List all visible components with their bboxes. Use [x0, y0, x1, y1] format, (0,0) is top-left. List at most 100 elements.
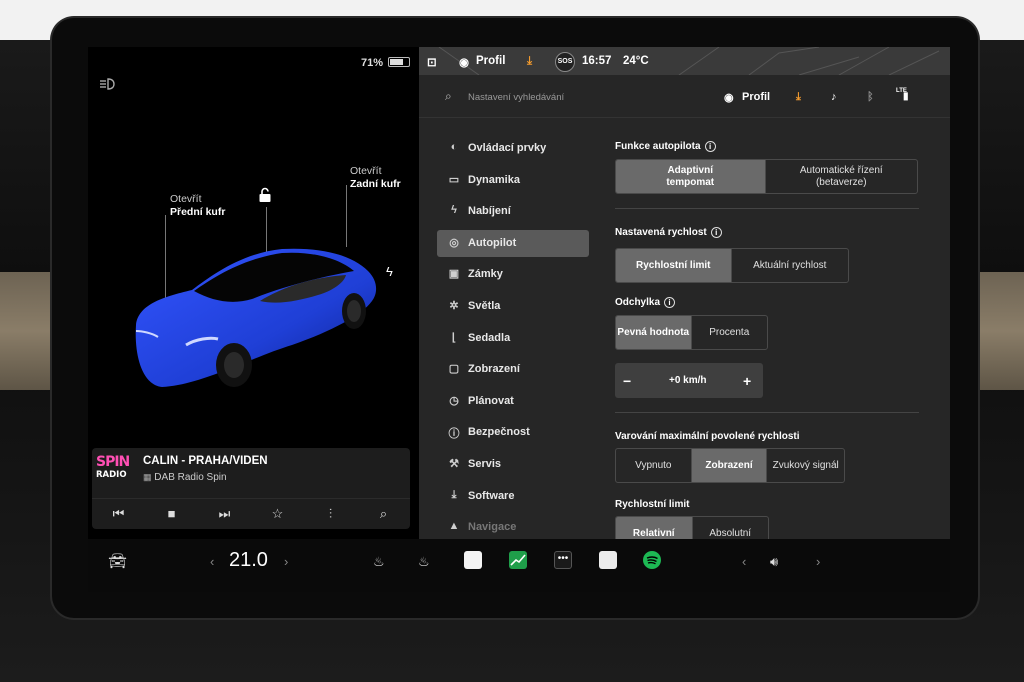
- cabin-temperature[interactable]: 21.0: [229, 549, 268, 572]
- profile-icon[interactable]: ◉: [724, 91, 734, 104]
- sidebar-item-bezpe-nost[interactable]: ⓘ Bezpečnost: [437, 419, 589, 446]
- clock: 16:57: [582, 55, 612, 67]
- headlight-icon[interactable]: [98, 77, 118, 91]
- notes-icon[interactable]: [464, 551, 482, 569]
- sidebar-item-pl-novat[interactable]: ◷ Plánovat: [437, 388, 589, 415]
- sidebar-item-servis[interactable]: ⚒ Servis: [437, 451, 589, 478]
- sos-icon[interactable]: SOS: [555, 52, 575, 72]
- seat-icon: ⌊: [451, 331, 457, 344]
- bolt-icon: ϟ: [451, 204, 457, 217]
- search-icon[interactable]: ⌕: [369, 506, 399, 522]
- front-defrost-icon[interactable]: ♨: [373, 554, 385, 570]
- adaptive-cruise-option[interactable]: Adaptivní tempomat: [616, 160, 766, 193]
- sidebar-item-dynamika[interactable]: ▭ Dynamika: [437, 167, 589, 194]
- toggle-icon: ◐: [450, 141, 458, 153]
- volume-right-arrow[interactable]: ›: [816, 554, 820, 569]
- car-icon[interactable]: 🚘︎: [108, 552, 127, 570]
- lock-status-icon[interactable]: ⊡: [427, 55, 437, 69]
- alarm-clock-icon: ◷: [449, 394, 459, 407]
- autosteer-option[interactable]: Automatické řízení (betaverze): [766, 160, 918, 193]
- sidebar-item-label: Zámky: [468, 268, 503, 281]
- download-icon[interactable]: ⤓: [796, 91, 801, 104]
- front-trunk-button[interactable]: Otevřít Přední kufr: [170, 193, 225, 219]
- download-icon[interactable]: ⤓: [527, 55, 532, 68]
- fixed-value-option[interactable]: Pevná hodnota: [616, 316, 692, 349]
- set-speed-label: Nastavená rychlost: [615, 227, 707, 238]
- sidebar-item-software[interactable]: ⤓ Software: [437, 483, 589, 510]
- warning-display-option[interactable]: Zobrazení: [691, 449, 768, 482]
- climate-left-arrow[interactable]: ‹: [210, 554, 214, 569]
- info-icon[interactable]: i: [710, 227, 722, 238]
- display-icon: ▢: [448, 363, 460, 376]
- sidebar-item-nab-jen-[interactable]: ϟ Nabíjení: [437, 198, 589, 225]
- sidebar-item-sedadla[interactable]: ⌊ Sedadla: [437, 325, 589, 352]
- bell-icon[interactable]: ♪: [831, 91, 837, 103]
- equalizer-icon[interactable]: ⫶: [316, 506, 346, 522]
- sidebar-item-label: Servis: [468, 457, 502, 470]
- calendar-icon[interactable]: [599, 551, 617, 569]
- speed-limit-option[interactable]: Rychlostní limit: [616, 249, 732, 282]
- bottom-bar: 🚘︎ ‹ 21.0 › ♨ ♨ ••• ‹ 🔊︎ ›: [88, 539, 950, 592]
- unlock-icon[interactable]: [258, 187, 272, 203]
- info-icon[interactable]: i: [664, 297, 676, 308]
- radio-source-label: DAB Radio Spin: [154, 472, 227, 483]
- profile-icon[interactable]: ◉: [459, 55, 469, 69]
- offset-selector: Pevná hodnota Procenta: [615, 315, 768, 350]
- sidebar-item-navigace[interactable]: ▲ Navigace: [437, 514, 589, 541]
- bolt-icon[interactable]: ϟ: [386, 264, 393, 279]
- volume-icon[interactable]: 🔊︎: [770, 554, 778, 570]
- spotify-icon[interactable]: [643, 551, 661, 569]
- sidebar-item-label: Sedadla: [468, 331, 511, 344]
- settings-nav: ◐ Ovládací prvky ▭ Dynamika ϟ Nabíjení ◎ Autopi…: [437, 135, 589, 546]
- sidebar-item-label: Ovládací prvky: [468, 142, 547, 154]
- minus-button[interactable]: −: [623, 373, 631, 389]
- next-icon[interactable]: ⏭: [210, 506, 240, 522]
- section-divider: [615, 412, 919, 413]
- climate-right-arrow[interactable]: ›: [284, 554, 288, 569]
- dab-icon: ▦: [143, 472, 152, 482]
- warning-off-option[interactable]: Vypnuto: [616, 449, 692, 482]
- sidebar-item-label: Nabíjení: [468, 205, 511, 218]
- star-icon[interactable]: ☆: [263, 506, 293, 522]
- stocks-icon[interactable]: [509, 551, 527, 569]
- plus-button[interactable]: +: [743, 373, 751, 389]
- rear-trunk-action: Otevřít: [350, 165, 382, 177]
- media-player: SPIN RADIO CALIN - PRAHA/VIDEN ▦ DAB Rad…: [92, 448, 410, 529]
- sidebar-item-ovl-dac-prvky[interactable]: ◐ Ovládací prvky: [437, 135, 589, 162]
- offset-label: Odchylka: [615, 297, 661, 308]
- more-icon[interactable]: •••: [554, 551, 572, 569]
- info-icon[interactable]: i: [704, 141, 716, 152]
- front-trunk-action: Otevřít: [170, 193, 202, 205]
- stop-icon[interactable]: ■: [157, 506, 187, 521]
- speed-limit-title: Rychlostní limit: [615, 499, 690, 510]
- offset-value: +0 km/h: [669, 375, 707, 386]
- bluetooth-icon[interactable]: ᛒ: [867, 91, 874, 103]
- sidebar-item-label: Zobrazení: [468, 363, 520, 376]
- warning-chime-option[interactable]: Zvukový signál: [767, 449, 844, 482]
- rear-trunk-button[interactable]: Otevřít Zadní kufr: [350, 165, 401, 191]
- steering-wheel-icon: ◎: [449, 236, 459, 249]
- speed-warning-title: Varování maximální povolené rychlosti: [615, 431, 800, 442]
- wood-trim-left: [0, 272, 60, 390]
- sidebar-item-autopilot[interactable]: ◎ Autopilot: [437, 229, 589, 257]
- percent-option[interactable]: Procenta: [692, 316, 768, 349]
- sidebar-item-label: Software: [468, 489, 515, 502]
- shield-icon: ⓘ: [448, 428, 460, 441]
- previous-icon[interactable]: ⏮: [104, 506, 134, 522]
- sidebar-item-label: Bezpečnost: [468, 426, 530, 439]
- sidebar-item-label: Plánovat: [468, 394, 514, 407]
- sidebar-item-zobrazen-[interactable]: ▢ Zobrazení: [437, 356, 589, 383]
- status-profile-label[interactable]: Profil: [476, 55, 505, 67]
- settings-search-bar[interactable]: ⌕ Nastavení vyhledávání ◉ Profil ⤓ ♪ ᛒ L…: [419, 82, 950, 112]
- volume-left-arrow[interactable]: ‹: [742, 554, 746, 569]
- media-controls: ⏮ ■ ⏭ ☆ ⫶ ⌕: [92, 498, 410, 528]
- search-profile-label[interactable]: Profil: [742, 91, 770, 103]
- current-speed-option[interactable]: Aktuální rychlost: [732, 249, 849, 282]
- lock-icon: ▣: [448, 268, 460, 281]
- track-title: CALIN - PRAHA/VIDEN: [143, 455, 268, 467]
- sidebar-item-z-mky[interactable]: ▣ Zámky: [437, 261, 589, 288]
- map-strip[interactable]: ⊡ ◉ Profil ⤓ SOS 16:57 24°C: [419, 47, 950, 75]
- rear-defrost-icon[interactable]: ♨: [418, 554, 430, 570]
- station-logo-top: SPIN: [96, 454, 130, 470]
- sidebar-item-sv-tla[interactable]: ✲ Světla: [437, 293, 589, 320]
